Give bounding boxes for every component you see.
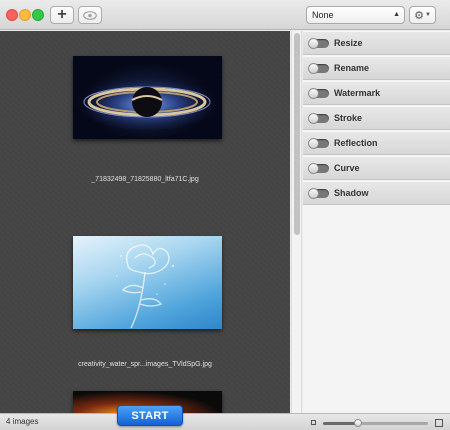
plus-icon: +	[57, 6, 67, 23]
select-arrows-icon: ▲	[393, 11, 400, 18]
reflection-toggle[interactable]	[308, 138, 329, 149]
stroke-toggle[interactable]	[308, 113, 329, 124]
toggle-knob	[308, 138, 319, 149]
option-label: Curve	[334, 163, 360, 173]
image-thumbnail[interactable]	[73, 56, 222, 139]
toolbar: + None ▲ ⚙ ▼	[0, 0, 450, 30]
option-label: Rename	[334, 63, 370, 73]
option-row-stroke[interactable]: Stroke	[303, 106, 450, 130]
scrollbar-thumb[interactable]	[294, 33, 300, 235]
preview-button[interactable]	[78, 6, 102, 24]
image-thumbnail[interactable]	[73, 236, 222, 329]
toggle-knob	[308, 88, 319, 99]
image-count: 4 images	[6, 417, 39, 426]
resize-toggle[interactable]	[308, 38, 329, 49]
options-panel: Resize Rename Watermark Stroke Reflectio…	[303, 31, 450, 413]
image-list-scrollbar[interactable]	[291, 31, 302, 413]
option-label: Shadow	[334, 188, 369, 198]
watermark-toggle[interactable]	[308, 88, 329, 99]
preset-select-value: None	[312, 10, 334, 20]
toggle-knob	[308, 113, 319, 124]
zoom-window-button[interactable]	[32, 9, 44, 21]
chevron-down-icon: ▼	[424, 12, 431, 18]
start-button[interactable]: START	[117, 405, 183, 426]
large-thumbnail-icon	[435, 419, 443, 427]
option-row-rename[interactable]: Rename	[303, 56, 450, 80]
option-label: Reflection	[334, 138, 378, 148]
small-thumbnail-icon	[311, 420, 316, 425]
curve-toggle[interactable]	[308, 163, 329, 174]
gear-icon: ⚙	[414, 9, 424, 22]
image-filename: creativity_water_spr...images_TVldSpG.jp…	[78, 361, 212, 368]
option-row-curve[interactable]: Curve	[303, 156, 450, 180]
thumbnail-size-slider[interactable]	[323, 419, 428, 427]
toggle-knob	[308, 163, 319, 174]
option-row-resize[interactable]: Resize	[303, 31, 450, 55]
saturn-thumbnail-art	[77, 74, 217, 130]
shadow-toggle[interactable]	[308, 188, 329, 199]
option-label: Watermark	[334, 88, 381, 98]
minimize-window-button[interactable]	[19, 9, 31, 21]
toggle-knob	[308, 188, 319, 199]
add-images-button[interactable]: +	[50, 6, 74, 24]
slider-knob[interactable]	[353, 419, 362, 427]
option-label: Resize	[334, 38, 363, 48]
image-filename: _71832498_71825880_ltfa71C.jpg	[91, 176, 199, 183]
water-rose-thumbnail-art	[116, 243, 175, 329]
slider-fill	[323, 422, 358, 425]
option-row-watermark[interactable]: Watermark	[303, 81, 450, 105]
eye-icon	[83, 10, 97, 20]
option-label: Stroke	[334, 113, 363, 123]
preset-select[interactable]: None ▲	[306, 6, 405, 24]
settings-menu-button[interactable]: ⚙ ▼	[409, 6, 436, 24]
option-row-reflection[interactable]: Reflection	[303, 131, 450, 155]
rename-toggle[interactable]	[308, 63, 329, 74]
toggle-knob	[308, 38, 319, 49]
option-row-shadow[interactable]: Shadow	[303, 181, 450, 205]
image-list: _71832498_71825880_ltfa71C.jpg creativit…	[0, 31, 290, 413]
close-window-button[interactable]	[6, 9, 18, 21]
toggle-knob	[308, 63, 319, 74]
